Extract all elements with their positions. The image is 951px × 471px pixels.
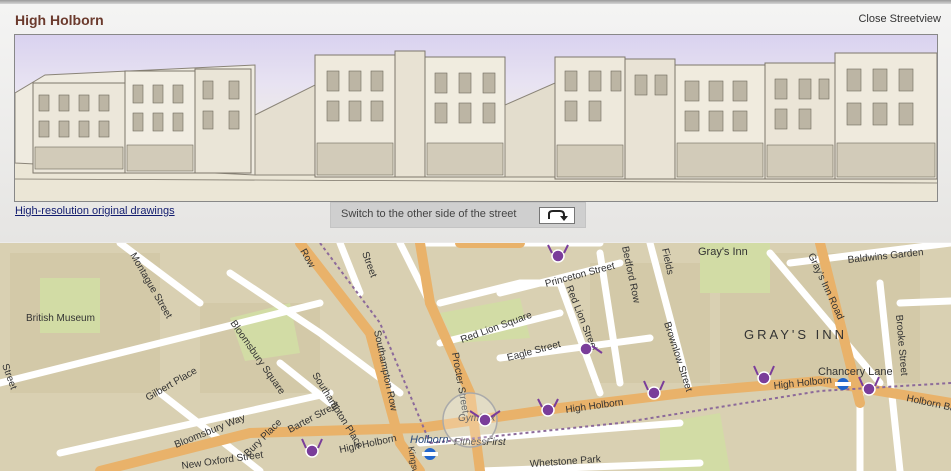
grays-inn-label: Gray's Inn bbox=[698, 246, 748, 258]
map-canvas: British Museum Montague Street Bloomsbur… bbox=[0, 243, 951, 471]
switch-side-button[interactable] bbox=[539, 207, 575, 224]
british-museum-grounds bbox=[40, 278, 100, 333]
street-elevation-drawing[interactable] bbox=[14, 34, 938, 202]
streetview-panel: High Holborn Close Streetview High-resol… bbox=[0, 4, 951, 242]
british-museum-label: British Museum bbox=[26, 313, 95, 324]
hires-drawings-link[interactable]: High-resolution original drawings bbox=[15, 205, 175, 217]
grays-inn-block-label: GRAY'S INN bbox=[744, 327, 847, 342]
switch-side-label: Switch to the other side of the street bbox=[341, 208, 517, 220]
page-title: High Holborn bbox=[15, 12, 104, 28]
u-turn-arrow-icon bbox=[548, 210, 568, 221]
holborn-station-label: Holborn bbox=[410, 434, 449, 446]
chancery-lane-label: Chancery Lane bbox=[818, 366, 893, 378]
street-map[interactable]: British Museum Montague Street Bloomsbur… bbox=[0, 243, 951, 471]
switch-side-control[interactable]: Switch to the other side of the street bbox=[330, 202, 586, 228]
street-drawing-illustration bbox=[15, 50, 937, 201]
close-streetview-button[interactable]: Close Streetview bbox=[858, 13, 941, 25]
